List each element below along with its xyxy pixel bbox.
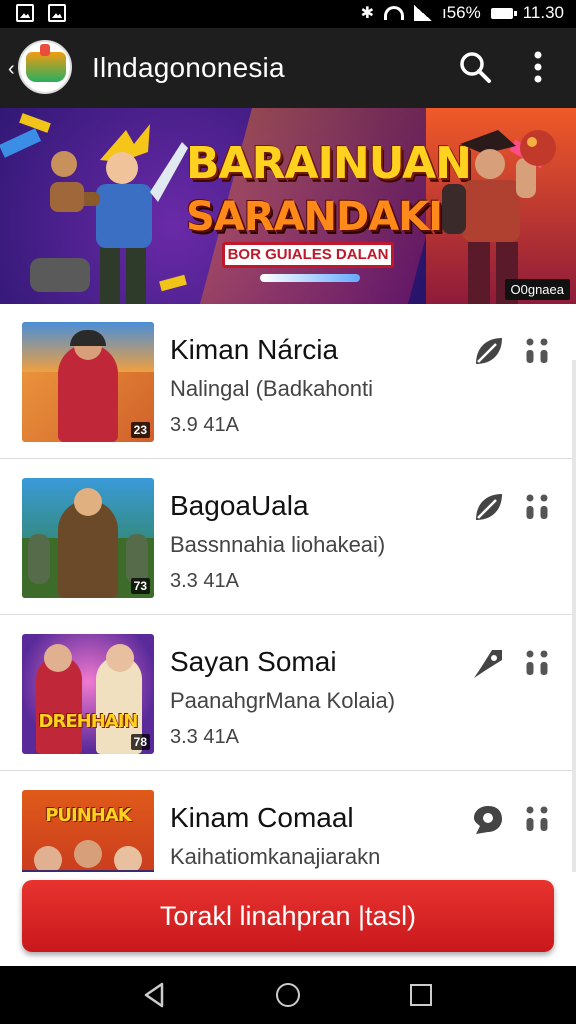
app-logo[interactable] xyxy=(18,40,72,94)
hero-left-illustration xyxy=(30,124,188,304)
promo-banner[interactable]: BARAINUAN SARANDAKIM! BOR GUIALES DALAN … xyxy=(0,108,576,304)
primary-cta-button[interactable]: Torakl linahpran |tasl) xyxy=(22,880,554,952)
scrollbar[interactable] xyxy=(572,360,576,880)
item-thumbnail: 23 xyxy=(22,322,154,442)
bluetooth-icon: ✱ xyxy=(360,5,374,22)
app-bar: ‹ Ilndagononesia xyxy=(0,28,576,108)
thumbnail-badge: 23 xyxy=(130,422,150,438)
item-title: BagoaUala xyxy=(170,490,309,521)
item-title: Sayan Somai xyxy=(170,646,337,677)
item-title: Kinam Comaal xyxy=(170,802,354,833)
status-time: 11.30 xyxy=(522,3,564,22)
battery-icon xyxy=(490,7,517,19)
item-title: Kiman Nárcia xyxy=(170,334,339,365)
list-item[interactable]: 23 Kiman Nárcia Nalingal (Badkahonti 3.9… xyxy=(0,304,576,459)
app-list: 23 Kiman Nárcia Nalingal (Badkahonti 3.9… xyxy=(0,304,576,880)
item-meta: 3.3 41A xyxy=(170,570,239,592)
item-thumbnail: DREHHAIN 78 xyxy=(22,634,154,754)
cta-container: Torakl linahpran |tasl) xyxy=(0,872,576,966)
list-item[interactable]: PUINHAK Kinam Comaal Kaihatiomkanajiarak… xyxy=(0,772,576,880)
leaf-icon[interactable] xyxy=(470,334,506,370)
leaf-icon[interactable] xyxy=(470,490,506,526)
item-thumbnail: 73 xyxy=(22,478,154,598)
gallery-icon xyxy=(48,4,66,22)
list-item[interactable]: DREHHAIN 78 Sayan Somai PaanahgrMana Kol… xyxy=(0,616,576,771)
status-bar: ✱ ı56% 11.30 xyxy=(0,0,576,28)
list-item[interactable]: 73 BagoaUala Bassnnahia liohakeai) 3.3 4… xyxy=(0,460,576,615)
more-vert-icon[interactable] xyxy=(530,50,546,84)
item-thumbnail: PUINHAK xyxy=(22,790,154,880)
item-subtitle: Kaihatiomkanajiarakn xyxy=(170,844,381,869)
hero-right-illustration xyxy=(442,130,556,304)
banner-ribbon: BOR GUIALES DALAN xyxy=(222,242,394,268)
search-icon[interactable] xyxy=(458,50,492,84)
thumbnail-badge: 78 xyxy=(130,734,150,750)
drag-handle-icon[interactable] xyxy=(524,804,550,834)
banner-progress-bar xyxy=(260,274,360,282)
thumbnail-art-text: PUINHAK xyxy=(45,805,132,826)
status-left xyxy=(16,4,66,22)
drag-handle-icon[interactable] xyxy=(524,336,550,366)
item-subtitle: PaanahgrMana Kolaia) xyxy=(170,688,396,713)
item-meta: 3.3 41A xyxy=(170,726,239,748)
system-nav-bar xyxy=(0,966,576,1024)
item-subtitle: Bassnnahia liohakeai) xyxy=(170,532,386,557)
drag-handle-icon[interactable] xyxy=(524,648,550,678)
app-title: Ilndagononesia xyxy=(92,52,285,83)
back-icon[interactable]: ‹ xyxy=(8,58,15,81)
item-meta: 3.9 41A xyxy=(170,414,239,436)
nav-back-icon[interactable] xyxy=(142,982,166,1008)
thumbnail-badge: 73 xyxy=(130,578,150,594)
item-subtitle: Nalingal (Badkahonti xyxy=(170,376,374,401)
signal-icon xyxy=(413,5,432,21)
status-right: ✱ ı56% 11.30 xyxy=(361,3,564,23)
battery-text: ı56% xyxy=(441,3,481,22)
image-icon xyxy=(16,4,34,22)
rocket-icon[interactable] xyxy=(470,646,506,682)
drag-handle-icon[interactable] xyxy=(524,492,550,522)
nav-recents-icon[interactable] xyxy=(410,984,432,1006)
banner-badge: O0gnaea xyxy=(504,279,570,300)
wifi-icon xyxy=(383,6,404,20)
nav-home-icon[interactable] xyxy=(276,983,300,1007)
chat-bubble-icon[interactable] xyxy=(470,802,506,838)
